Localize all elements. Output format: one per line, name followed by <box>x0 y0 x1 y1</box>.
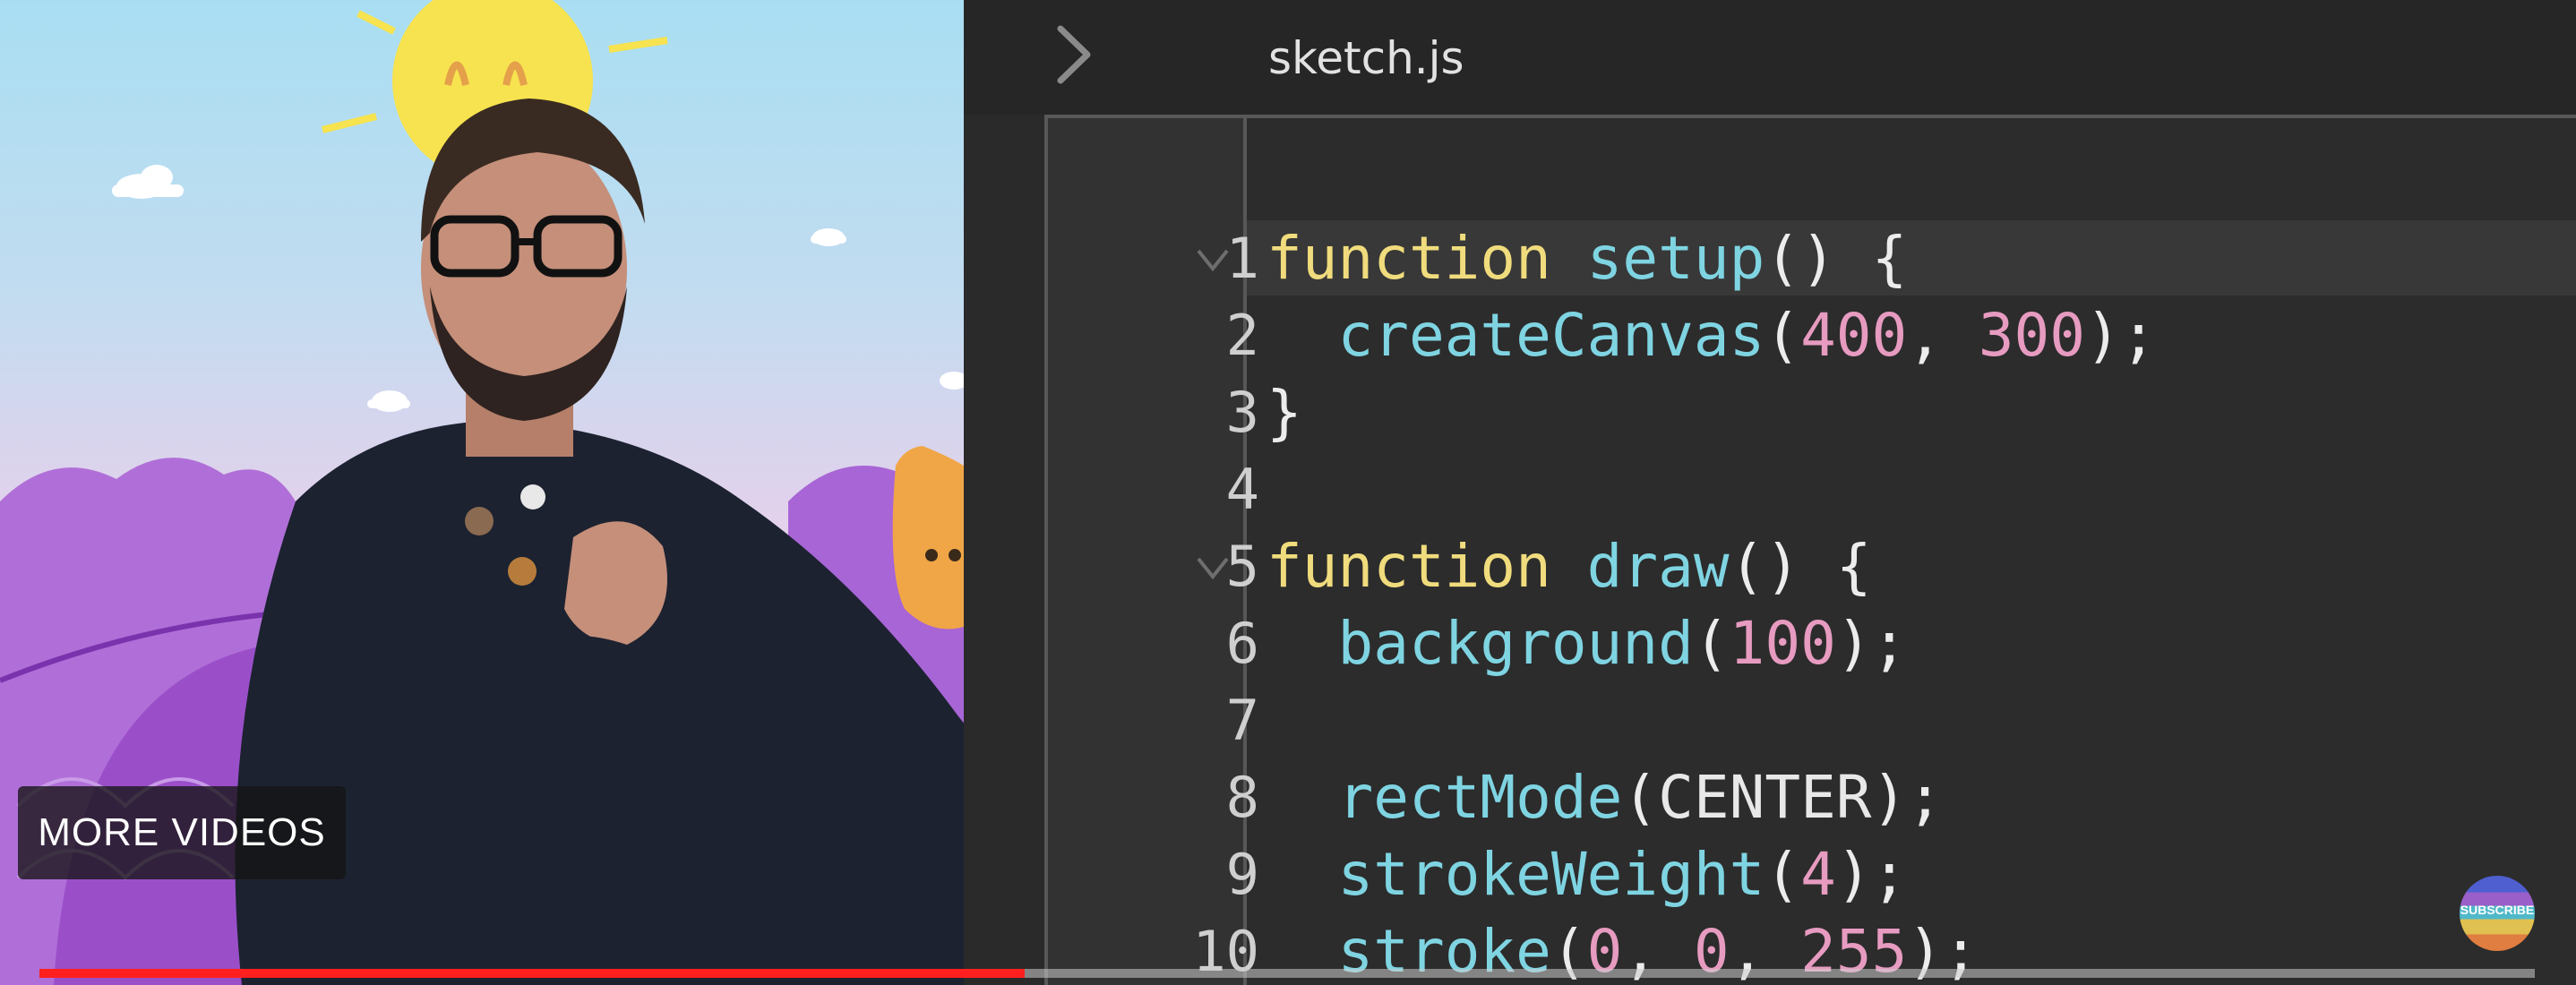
line-number: 2 <box>1225 303 1259 368</box>
line-number: 4 <box>1225 457 1259 522</box>
more-videos-button[interactable]: MORE VIDEOS <box>18 786 346 879</box>
line-number: 9 <box>1225 842 1259 907</box>
code-editor: sketch.js 1 2 3 4 5 6 7 8 9 10 function … <box>964 0 2576 985</box>
code-line[interactable]: rectMode(CENTER); <box>1267 759 1943 836</box>
editor-header: sketch.js <box>964 0 2576 115</box>
code-line[interactable]: function draw() { <box>1267 528 1872 605</box>
code-line[interactable]: strokeWeight(4); <box>1267 836 1907 913</box>
line-number: 8 <box>1225 765 1259 830</box>
chevron-down-icon[interactable] <box>1195 242 1231 278</box>
file-tab-sketch[interactable]: sketch.js <box>1268 27 1464 90</box>
chevron-down-icon[interactable] <box>1195 550 1231 586</box>
code-line[interactable]: background(100); <box>1267 605 1907 682</box>
line-number: 7 <box>1225 688 1259 753</box>
code-line[interactable]: } <box>1267 374 1302 451</box>
line-number: 6 <box>1225 611 1259 676</box>
chevron-right-icon[interactable] <box>1044 23 1107 86</box>
subscribe-label: SUBSCRIBE <box>2460 903 2535 917</box>
code-line[interactable]: function setup() { <box>1267 220 1907 297</box>
code-line[interactable]: createCanvas(400, 300); <box>1267 297 2156 374</box>
line-number: 3 <box>1225 380 1259 445</box>
progress-bar[interactable] <box>39 969 2535 978</box>
cartoon-character <box>892 446 964 630</box>
video-player[interactable]: sketch.js 1 2 3 4 5 6 7 8 9 10 function … <box>0 0 2576 985</box>
progress-played <box>39 969 1026 978</box>
subscribe-button[interactable]: SUBSCRIBE <box>2460 876 2535 951</box>
